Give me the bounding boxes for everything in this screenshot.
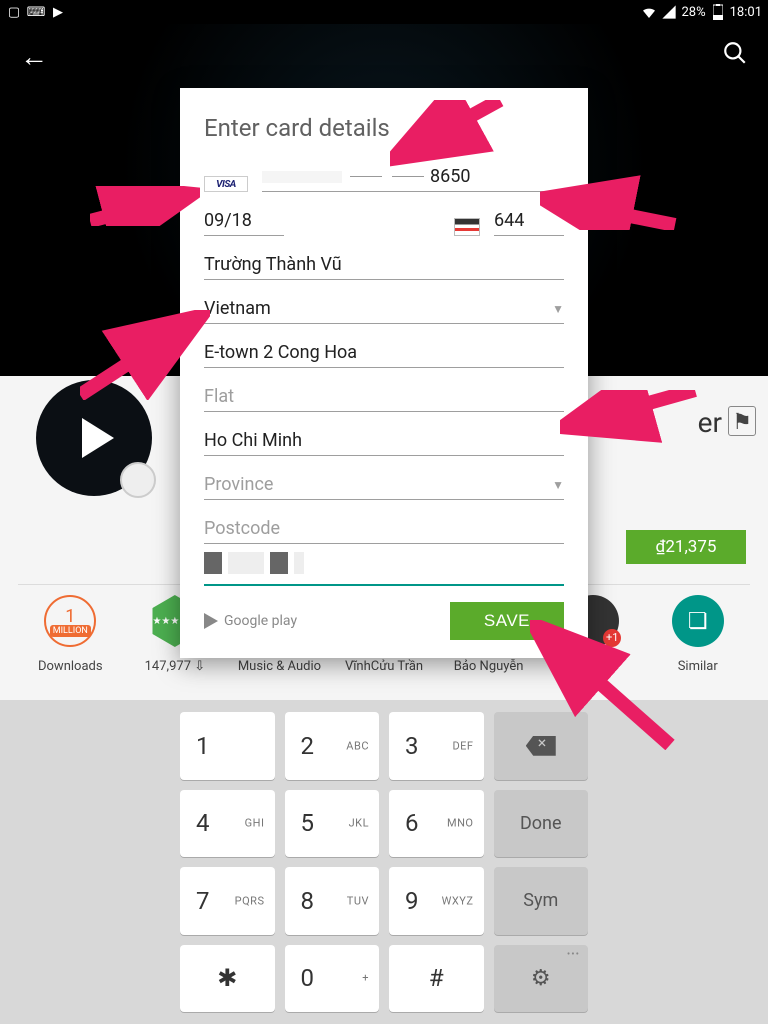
city-input[interactable]: Ho Chi Minh: [204, 424, 564, 456]
province-select[interactable]: Province▼: [204, 468, 564, 500]
key-4[interactable]: 4GHI: [180, 790, 275, 858]
key-8[interactable]: 8TUV: [285, 867, 380, 935]
status-bar: ▢ ⌨ ▶ 28% 18:01: [0, 0, 768, 24]
key-9[interactable]: 9WXYZ: [389, 867, 484, 935]
key-sym[interactable]: Sym: [494, 867, 589, 935]
play-store-icon: ▶: [50, 4, 66, 20]
name-input[interactable]: Trường Thành Vũ: [204, 248, 564, 280]
dialog-title: Enter card details: [204, 114, 564, 142]
gear-icon: ⚙: [531, 966, 551, 991]
key-2[interactable]: 2ABC: [285, 712, 380, 780]
chevron-down-icon: ▼: [552, 478, 564, 492]
flat-input[interactable]: Flat: [204, 380, 564, 412]
lock-icon: [120, 462, 156, 498]
annotation-arrow: [560, 390, 700, 450]
address-input[interactable]: E-town 2 Cong Hoa: [204, 336, 564, 368]
keyboard-icon: ⌨: [28, 4, 44, 20]
annotation-arrow: [390, 100, 510, 170]
gallery-icon: ▢: [6, 4, 22, 20]
key-settings[interactable]: •••⚙: [494, 945, 589, 1013]
downloads-col[interactable]: 1MILLION Downloads: [18, 595, 123, 674]
search-button[interactable]: [722, 40, 748, 70]
play-icon: [204, 613, 218, 629]
signal-icon: [661, 4, 677, 20]
key-6[interactable]: 6MNO: [389, 790, 484, 858]
cvv-icon: [454, 218, 480, 236]
postcode-input[interactable]: Postcode: [204, 512, 564, 544]
country-select[interactable]: Vietnam▼: [204, 292, 564, 324]
visa-icon: VISA: [204, 176, 248, 192]
annotation-arrow: [90, 186, 200, 226]
key-done[interactable]: Done: [494, 790, 589, 858]
battery-icon: [710, 4, 726, 20]
key-0[interactable]: 0+: [285, 945, 380, 1013]
wifi-icon: [641, 4, 657, 20]
buy-button[interactable]: ₫21,375: [626, 530, 746, 564]
back-button[interactable]: ←: [20, 40, 48, 73]
clock: 18:01: [730, 5, 762, 20]
key-star[interactable]: ✱: [180, 945, 275, 1013]
annotation-arrow: [540, 170, 680, 230]
captcha-input[interactable]: [204, 552, 564, 586]
play-icon: [82, 418, 114, 458]
card-details-dialog: Enter card details VISA 8650 09/18 644 T…: [180, 88, 588, 658]
app-title: er: [698, 406, 722, 439]
key-7[interactable]: 7PQRS: [180, 867, 275, 935]
expiry-input[interactable]: 09/18: [204, 204, 284, 236]
chevron-down-icon: ▼: [552, 302, 564, 316]
annotation-arrow: [80, 310, 210, 400]
key-hash[interactable]: #: [389, 945, 484, 1013]
key-5[interactable]: 5JKL: [285, 790, 380, 858]
key-3[interactable]: 3DEF: [389, 712, 484, 780]
bookmark-button[interactable]: ⚑: [728, 406, 756, 436]
google-play-logo: Google play: [204, 613, 297, 629]
battery-percent: 28%: [681, 5, 705, 20]
annotation-arrow: [530, 620, 680, 750]
key-1[interactable]: 1: [180, 712, 275, 780]
